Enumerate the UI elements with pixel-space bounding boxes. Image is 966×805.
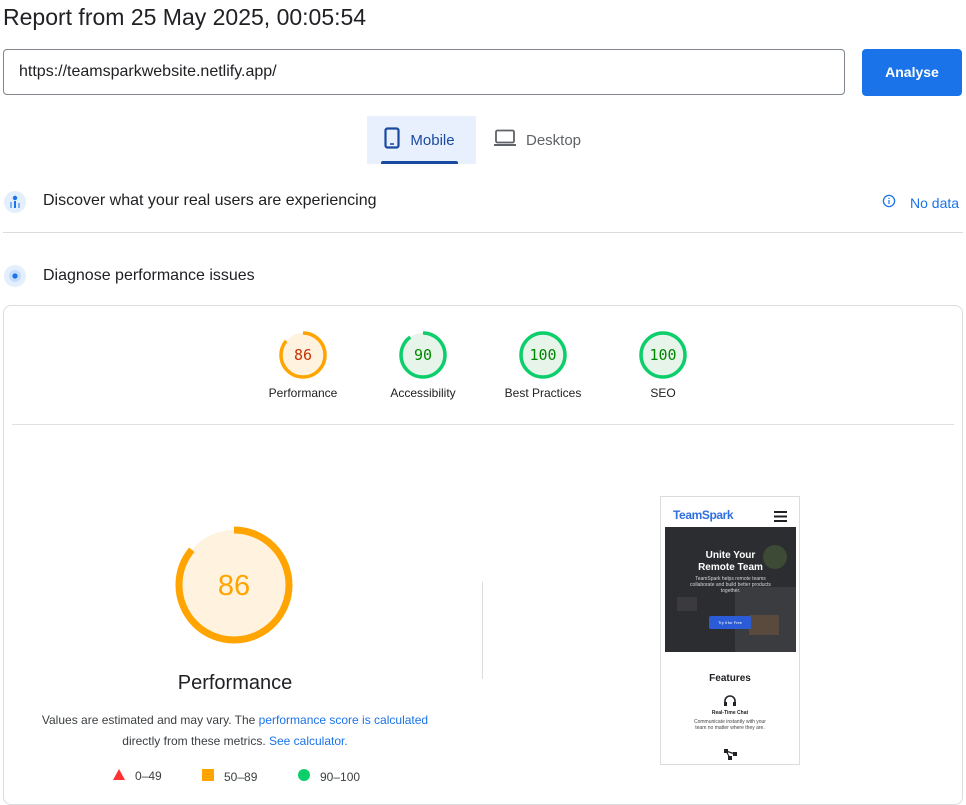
legend-good: 90–100 (298, 769, 360, 784)
lighthouse-icon (4, 265, 26, 287)
diagnose-heading: Diagnose performance issues (43, 267, 255, 284)
tab-desktop[interactable]: Desktop (492, 116, 602, 164)
legend-poor-label: 0–49 (135, 769, 162, 783)
screenshot-feature-title: Real-Time Chat (711, 710, 749, 716)
screenshot-features-heading: Features (709, 673, 751, 684)
performance-heading: Performance (177, 672, 293, 694)
analyse-button[interactable]: Analyse (862, 49, 962, 96)
mobile-icon (384, 127, 401, 153)
vertical-divider (482, 582, 483, 679)
active-tab-indicator (381, 161, 458, 164)
real-users-heading: Discover what your real users are experi… (43, 192, 377, 209)
gauge-label: Performance (268, 386, 338, 400)
performance-gauge: 86 (173, 524, 295, 651)
screenshot-feature-desc: Communicate instantly with your team no … (694, 719, 766, 731)
info-icon (882, 194, 896, 211)
url-input[interactable]: https://teamsparkwebsite.netlify.app/ (3, 49, 845, 95)
network-icon (724, 747, 737, 764)
tab-desktop-label: Desktop (526, 131, 582, 149)
legend-poor: 0–49 (113, 769, 162, 783)
see-calculator-link[interactable]: See calculator. (269, 734, 348, 748)
gauges-divider (12, 424, 954, 425)
gauge-score: 100 (649, 346, 676, 364)
gauge-label: Accessibility (390, 386, 456, 400)
circle-icon (298, 769, 310, 784)
score-gauge-seo[interactable]: 100 SEO (603, 330, 723, 400)
legend-average-label: 50–89 (224, 769, 258, 784)
performance-gauge-score: 86 (218, 570, 250, 602)
legend-average: 50–89 (202, 769, 257, 784)
no-data-label: No data (910, 194, 960, 211)
square-icon (202, 769, 214, 784)
desc-prefix: Values are estimated and may vary. The (41, 713, 259, 727)
section-divider (3, 232, 963, 233)
triangle-icon (113, 769, 125, 783)
screenshot-cta-button: Try it for Free (709, 616, 751, 629)
screenshot-hero-subtitle: TeamSpark helps remote teams collaborate… (690, 576, 771, 594)
gauge-label: SEO (650, 386, 676, 400)
score-gauge-performance[interactable]: 86 Performance (243, 330, 363, 400)
crux-icon (4, 191, 26, 213)
gauge-score: 86 (294, 346, 312, 364)
tab-mobile-label: Mobile (410, 131, 455, 149)
score-gauge-accessibility[interactable]: 90 Accessibility (363, 330, 483, 400)
tab-mobile[interactable]: Mobile (367, 116, 476, 164)
hamburger-icon (774, 509, 787, 527)
no-data-indicator[interactable]: No data (882, 194, 959, 211)
score-calc-link[interactable]: performance score is calculated (259, 713, 428, 727)
desc-middle: directly from these metrics. (122, 733, 269, 748)
gauge-score: 90 (414, 346, 432, 364)
performance-description: Values are estimated and may vary. The p… (30, 710, 440, 751)
desktop-icon (494, 129, 516, 151)
screenshot-brand: TeamSpark (673, 508, 734, 522)
final-screenshot: TeamSpark Unite Your Remote Team TeamSpa… (660, 496, 800, 765)
gauge-score: 100 (529, 346, 556, 364)
report-title: Report from 25 May 2025, 00:05:54 (3, 4, 367, 30)
legend-good-label: 90–100 (320, 769, 361, 784)
screenshot-hero: Unite Your Remote Team TeamSpark helps r… (665, 527, 796, 652)
score-gauge-best-practices[interactable]: 100 Best Practices (483, 330, 603, 400)
screenshot-hero-title: Unite Your Remote Team (698, 550, 763, 573)
gauge-label: Best Practices (504, 386, 582, 400)
